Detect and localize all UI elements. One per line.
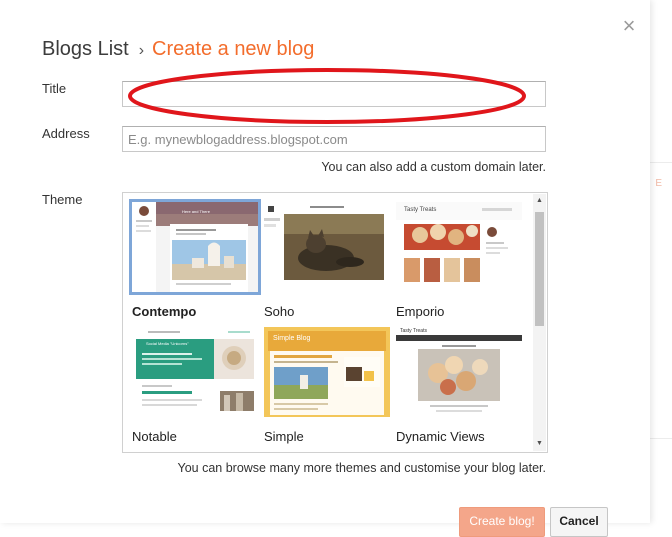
title-label: Title (42, 81, 67, 96)
gallery-scrollbar[interactable]: ▲ ▼ (533, 194, 546, 451)
emporio-thumbnail: Tasty Treats (396, 202, 522, 292)
chevron-right-icon: › (138, 42, 145, 59)
title-input[interactable] (122, 81, 546, 107)
breadcrumb: Blogs List › Create a new blog (42, 36, 314, 64)
simple-thumbnail: Simple Blog (264, 327, 390, 417)
cancel-button[interactable]: Cancel (550, 507, 608, 537)
theme-name: Soho (264, 304, 295, 319)
dynamic-views-thumbnail: Tasty Treats (396, 327, 522, 417)
theme-name: Contempo (132, 304, 197, 319)
theme-name: Notable (132, 429, 177, 444)
close-icon[interactable]: × (620, 15, 638, 37)
address-input[interactable] (122, 126, 546, 152)
address-hint: You can also add a custom domain later. (321, 160, 546, 174)
simple-thumb-header: Simple Blog (273, 335, 311, 342)
theme-label: Theme (42, 192, 83, 207)
scroll-up-icon[interactable]: ▲ (533, 195, 546, 207)
notable-thumbnail: Social Media "Unicorns" (132, 327, 258, 417)
soho-thumbnail (264, 202, 390, 292)
background-marker: E (655, 178, 662, 189)
create-blog-button[interactable]: Create blog! (459, 507, 545, 537)
theme-name: Dynamic Views (396, 429, 485, 444)
contempo-thumb-header: Here and There (182, 209, 210, 214)
scrollbar-thumb[interactable] (535, 212, 544, 326)
dynamic-views-thumb-header: Tasty Treats (400, 328, 427, 334)
theme-hint: You can browse many more themes and cust… (177, 461, 546, 475)
breadcrumb-blogs-list-link[interactable]: Blogs List (42, 38, 129, 60)
notable-thumb-post: Social Media "Unicorns" (146, 341, 189, 346)
contempo-thumbnail: Here and There (132, 202, 258, 292)
emporio-thumb-header: Tasty Treats (404, 207, 437, 213)
create-blog-dialog: × Blogs List › Create a new blog Title Add… (0, 0, 650, 537)
theme-name: Emporio (396, 304, 445, 319)
theme-name: Simple (264, 429, 304, 444)
scroll-down-icon[interactable]: ▼ (533, 438, 546, 450)
theme-gallery: Here and There Contempo Soho Tasty Treat… (122, 192, 548, 453)
address-label: Address (42, 126, 90, 141)
page-title: Create a new blog (152, 38, 315, 60)
